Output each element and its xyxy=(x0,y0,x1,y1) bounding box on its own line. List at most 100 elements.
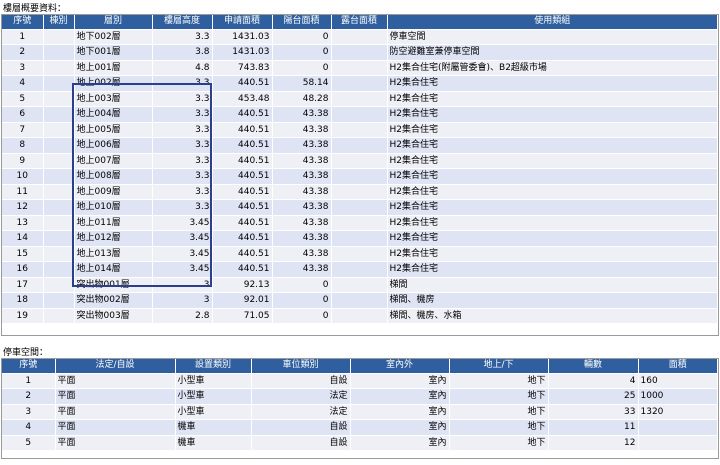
cell-setup-type: 小型車 xyxy=(175,388,252,405)
table-row: 18 突出物002層 3 92.01 0 梯間、機房 xyxy=(2,292,718,309)
cell-seq: 3 xyxy=(2,60,44,76)
cell-height: 4.8 xyxy=(152,60,213,76)
table-row: 11 地上009層 3.3 440.51 43.38 H2集合住宅 xyxy=(2,184,718,200)
cell-balcony: 43.38 xyxy=(272,246,332,262)
col-header-height: 樓層高度 xyxy=(152,15,213,30)
table-row: 13 地上011層 3.45 440.51 43.38 H2集合住宅 xyxy=(2,215,718,231)
cell-building xyxy=(43,91,75,107)
cell-height: 3.3 xyxy=(152,137,213,154)
col-header-count: 輛數 xyxy=(548,359,639,374)
cell-count: 11 xyxy=(548,419,639,436)
cell-seq: 2 xyxy=(2,44,44,61)
cell-seq: 18 xyxy=(2,292,44,309)
cell-area: 440.51 xyxy=(212,106,273,123)
cell-usage: H2集合住宅 xyxy=(387,168,718,185)
cell-balcony: 48.28 xyxy=(272,91,332,107)
cell-floor: 地上010層 xyxy=(74,199,153,216)
table-row: 2 平面 小型車 法定 室內 地下 25 1000 xyxy=(2,388,718,405)
col-header-statutory: 法定/自設 xyxy=(55,359,176,374)
cell-indoor: 室內 xyxy=(350,373,450,389)
cell-usage: 停車空間 xyxy=(387,29,718,45)
cell-count: 25 xyxy=(548,388,639,405)
parking-table-frame: 序號 法定/自設 設置類別 車位類別 室內外 地上/下 輛數 面積 1 平面 小型車… xyxy=(1,358,719,459)
floors-table-body: 1 地下002層 3.3 1431.03 0 停車空間 2 地下001層 3.8 1431.03 0… xyxy=(2,29,718,324)
cell-terrace xyxy=(331,91,388,107)
cell-terrace xyxy=(331,246,388,262)
cell-usage: H2集合住宅 xyxy=(387,122,718,138)
table-row: 8 地上006層 3.3 440.51 43.38 H2集合住宅 xyxy=(2,137,718,154)
cell-area: 440.51 xyxy=(212,230,273,247)
cell-floor: 地下001層 xyxy=(74,44,153,61)
cell-level: 地下 xyxy=(449,419,549,436)
cell-seq: 6 xyxy=(2,106,44,123)
cell-building xyxy=(43,230,75,247)
table-row: 19 突出物003層 2.8 71.05 0 梯間、機房、水箱 xyxy=(2,308,718,324)
cell-floor: 地上006層 xyxy=(74,137,153,154)
cell-floor: 地上004層 xyxy=(74,106,153,123)
cell-terrace xyxy=(331,153,388,169)
cell-area: 440.51 xyxy=(212,122,273,138)
cell-indoor: 室內 xyxy=(350,388,450,405)
cell-count: 33 xyxy=(548,404,639,420)
col-header-area: 申請面積 xyxy=(212,15,273,30)
col-header-setup-type: 設置類別 xyxy=(175,359,252,374)
cell-terrace xyxy=(331,106,388,123)
cell-seq: 15 xyxy=(2,246,44,262)
col-header-seq: 序號 xyxy=(2,359,56,374)
cell-height: 2.8 xyxy=(152,308,213,324)
parking-table-header: 序號 法定/自設 設置類別 車位類別 室內外 地上/下 輛數 面積 xyxy=(2,359,718,374)
cell-terrace xyxy=(331,29,388,45)
cell-balcony: 43.38 xyxy=(272,261,332,278)
cell-floor: 地上003層 xyxy=(74,91,153,107)
cell-balcony: 43.38 xyxy=(272,122,332,138)
cell-usage: H2集合住宅 xyxy=(387,215,718,231)
cell-height: 3.45 xyxy=(152,246,213,262)
cell-building xyxy=(43,122,75,138)
cell-area: 1000 xyxy=(638,388,718,405)
cell-seq: 12 xyxy=(2,199,44,216)
cell-level: 地下 xyxy=(449,435,549,451)
col-header-floor: 層別 xyxy=(74,15,153,30)
cell-building xyxy=(43,106,75,123)
cell-building xyxy=(43,292,75,309)
cell-seq: 17 xyxy=(2,277,44,293)
col-header-building: 棟別 xyxy=(43,15,75,30)
cell-building xyxy=(43,308,75,324)
cell-area xyxy=(638,419,718,436)
cell-usage: H2集合住宅 xyxy=(387,75,718,92)
table-row: 10 地上008層 3.3 440.51 43.38 H2集合住宅 xyxy=(2,168,718,185)
cell-building xyxy=(43,75,75,92)
cell-floor: 地下002層 xyxy=(74,29,153,45)
cell-floor: 地上014層 xyxy=(74,261,153,278)
cell-seq: 14 xyxy=(2,230,44,247)
cell-usage: H2集合住宅 xyxy=(387,153,718,169)
cell-terrace xyxy=(331,199,388,216)
cell-balcony: 43.38 xyxy=(272,184,332,200)
cell-count: 12 xyxy=(548,435,639,451)
cell-area: 92.01 xyxy=(212,292,273,309)
cell-terrace xyxy=(331,215,388,231)
cell-height: 3.45 xyxy=(152,215,213,231)
cell-terrace xyxy=(331,184,388,200)
cell-building xyxy=(43,261,75,278)
cell-level: 地下 xyxy=(449,373,549,389)
cell-height: 3.3 xyxy=(152,106,213,123)
cell-floor: 地上001層 xyxy=(74,60,153,76)
cell-area: 1431.03 xyxy=(212,29,273,45)
cell-space-type: 自設 xyxy=(251,373,351,389)
cell-floor: 地上002層 xyxy=(74,75,153,92)
cell-area: 71.05 xyxy=(212,308,273,324)
cell-setup-type: 小型車 xyxy=(175,404,252,420)
cell-height: 3.45 xyxy=(152,261,213,278)
cell-building xyxy=(43,44,75,61)
col-header-space-type: 車位類別 xyxy=(251,359,351,374)
cell-building xyxy=(43,246,75,262)
col-header-usage: 使用類組 xyxy=(387,15,718,30)
cell-balcony: 43.38 xyxy=(272,153,332,169)
cell-usage: H2集合住宅 xyxy=(387,261,718,278)
cell-area: 440.51 xyxy=(212,215,273,231)
cell-balcony: 0 xyxy=(272,308,332,324)
cell-area: 743.83 xyxy=(212,60,273,76)
cell-height: 3 xyxy=(152,277,213,293)
cell-building xyxy=(43,168,75,185)
